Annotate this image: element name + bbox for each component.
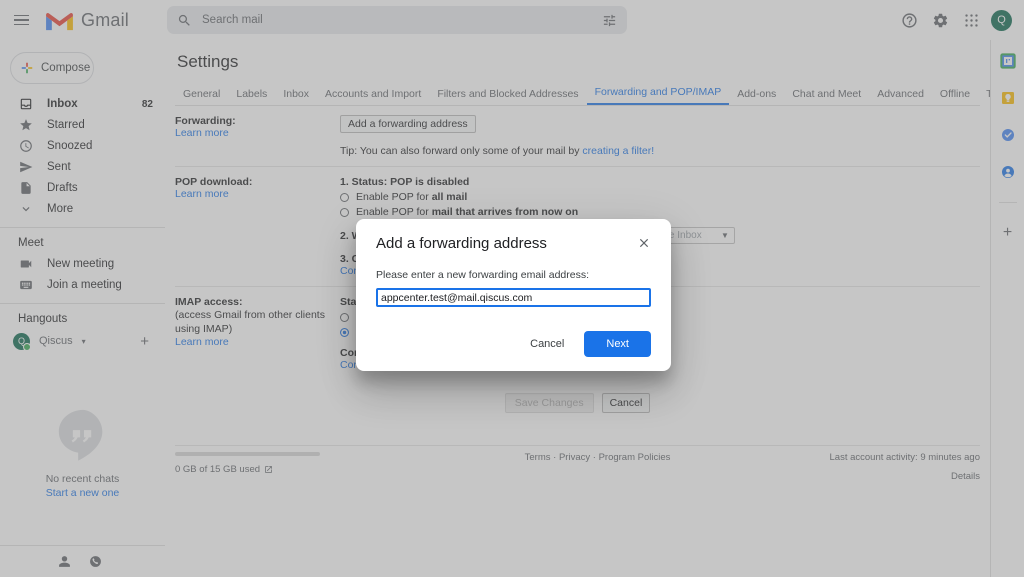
dialog-header: Add a forwarding address xyxy=(376,235,651,253)
dialog-actions: Cancel Next xyxy=(376,331,651,357)
dialog-title: Add a forwarding address xyxy=(376,235,547,252)
dialog-cancel-button[interactable]: Cancel xyxy=(522,332,572,356)
dialog-next-button[interactable]: Next xyxy=(584,331,651,357)
close-icon[interactable] xyxy=(637,236,651,253)
add-forwarding-address-dialog: Add a forwarding address Please enter a … xyxy=(356,219,671,371)
gmail-window: Gmail Q xyxy=(0,0,1024,577)
dialog-prompt: Please enter a new forwarding email addr… xyxy=(376,269,590,281)
forwarding-email-input[interactable] xyxy=(376,288,651,307)
